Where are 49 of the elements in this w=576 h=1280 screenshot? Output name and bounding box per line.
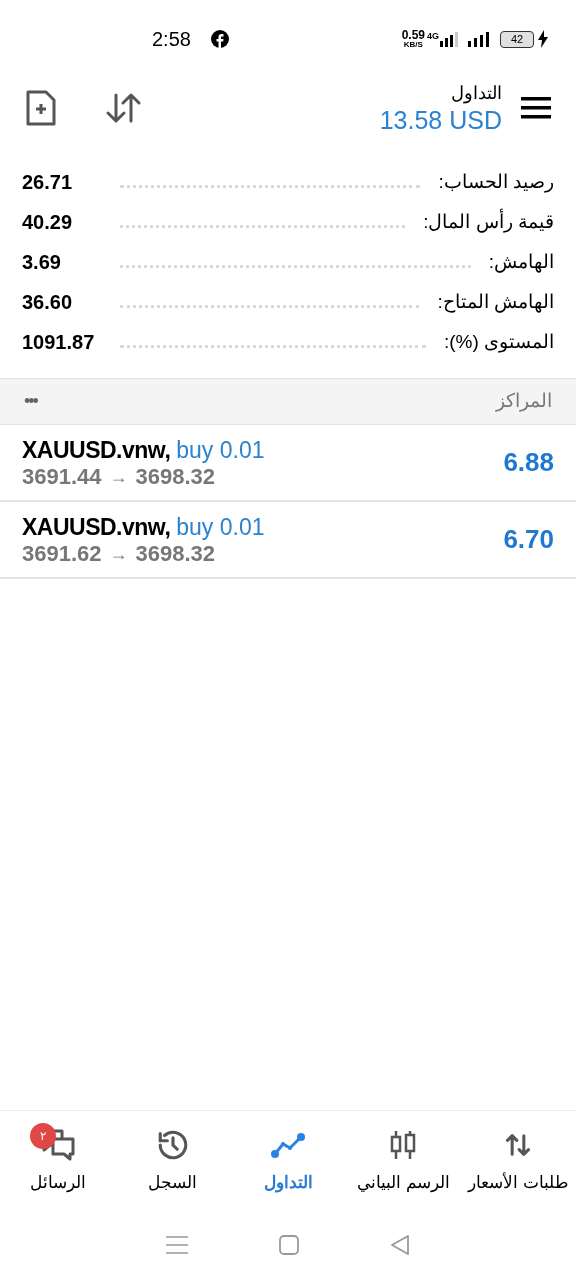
signal-icon	[468, 31, 490, 47]
more-button[interactable]: •••	[24, 388, 37, 415]
menu-icon	[521, 97, 551, 119]
position-row[interactable]: XAUUSD.vnw, buy 0.01 3691.44 → 3698.32 6.88	[0, 425, 576, 502]
summary-value: 40.29	[22, 210, 74, 235]
signal-icon	[440, 31, 458, 47]
add-document-icon	[25, 89, 57, 127]
open-price: 3691.62	[22, 540, 102, 567]
summary-label: رصيد الحساب:	[438, 169, 554, 195]
open-price: 3691.44	[22, 463, 102, 490]
charging-icon	[538, 30, 548, 48]
position-symbol: XAUUSD.vnw,	[22, 435, 171, 464]
arrow-glyph: →	[109, 465, 128, 489]
current-price: 3698.32	[135, 463, 216, 490]
position-row[interactable]: XAUUSD.vnw, buy 0.01 3691.62 → 3698.32 6.70	[0, 502, 576, 579]
summary-label: الهامش المتاح:	[437, 289, 554, 315]
position-symbol: XAUUSD.vnw,	[22, 512, 171, 541]
arrow-glyph: →	[109, 542, 128, 566]
speed-unit: KB/S	[403, 41, 423, 49]
new-order-button[interactable]	[24, 88, 58, 128]
account-balance: 13.58 USD	[379, 105, 502, 135]
screen-title: التداول	[451, 82, 502, 105]
nav-tab[interactable]: الرسائل ٢	[0, 1111, 116, 1210]
notification-badge: ٢	[30, 1123, 56, 1149]
back-icon[interactable]	[390, 1235, 411, 1255]
facebook-icon	[210, 30, 229, 48]
home-icon[interactable]	[279, 1235, 299, 1255]
network-type: 4G	[427, 30, 439, 43]
sort-arrows-icon	[105, 91, 143, 125]
clock-time: 2:58	[152, 27, 191, 52]
order-info: buy 0.01	[176, 435, 265, 464]
nav-tab[interactable]: السجل	[115, 1111, 231, 1210]
nav-tab[interactable]: الرسم البياني	[345, 1111, 461, 1210]
nav-tab[interactable]: التداول	[230, 1111, 346, 1210]
summary-label: قيمة رأس المال:	[423, 207, 554, 235]
summary-value: 1091.87	[22, 330, 96, 355]
summary-label: المستوى (%):	[443, 329, 554, 355]
summary-label: الهامش:	[488, 249, 554, 275]
summary-value: 36.60	[22, 290, 74, 315]
summary-value: 26.71	[22, 170, 74, 195]
summary-value: 3.69	[22, 250, 62, 275]
profit-value: 6.70	[503, 523, 554, 556]
section-title: المراكز	[496, 389, 552, 414]
nav-tab[interactable]: طلبات الأسعار	[460, 1111, 576, 1210]
battery-icon: 42	[500, 30, 534, 48]
order-info: buy 0.01	[176, 512, 265, 541]
current-price: 3698.32	[135, 540, 216, 567]
network-speed: 0.59	[401, 29, 425, 41]
profit-value: 6.88	[503, 446, 554, 479]
